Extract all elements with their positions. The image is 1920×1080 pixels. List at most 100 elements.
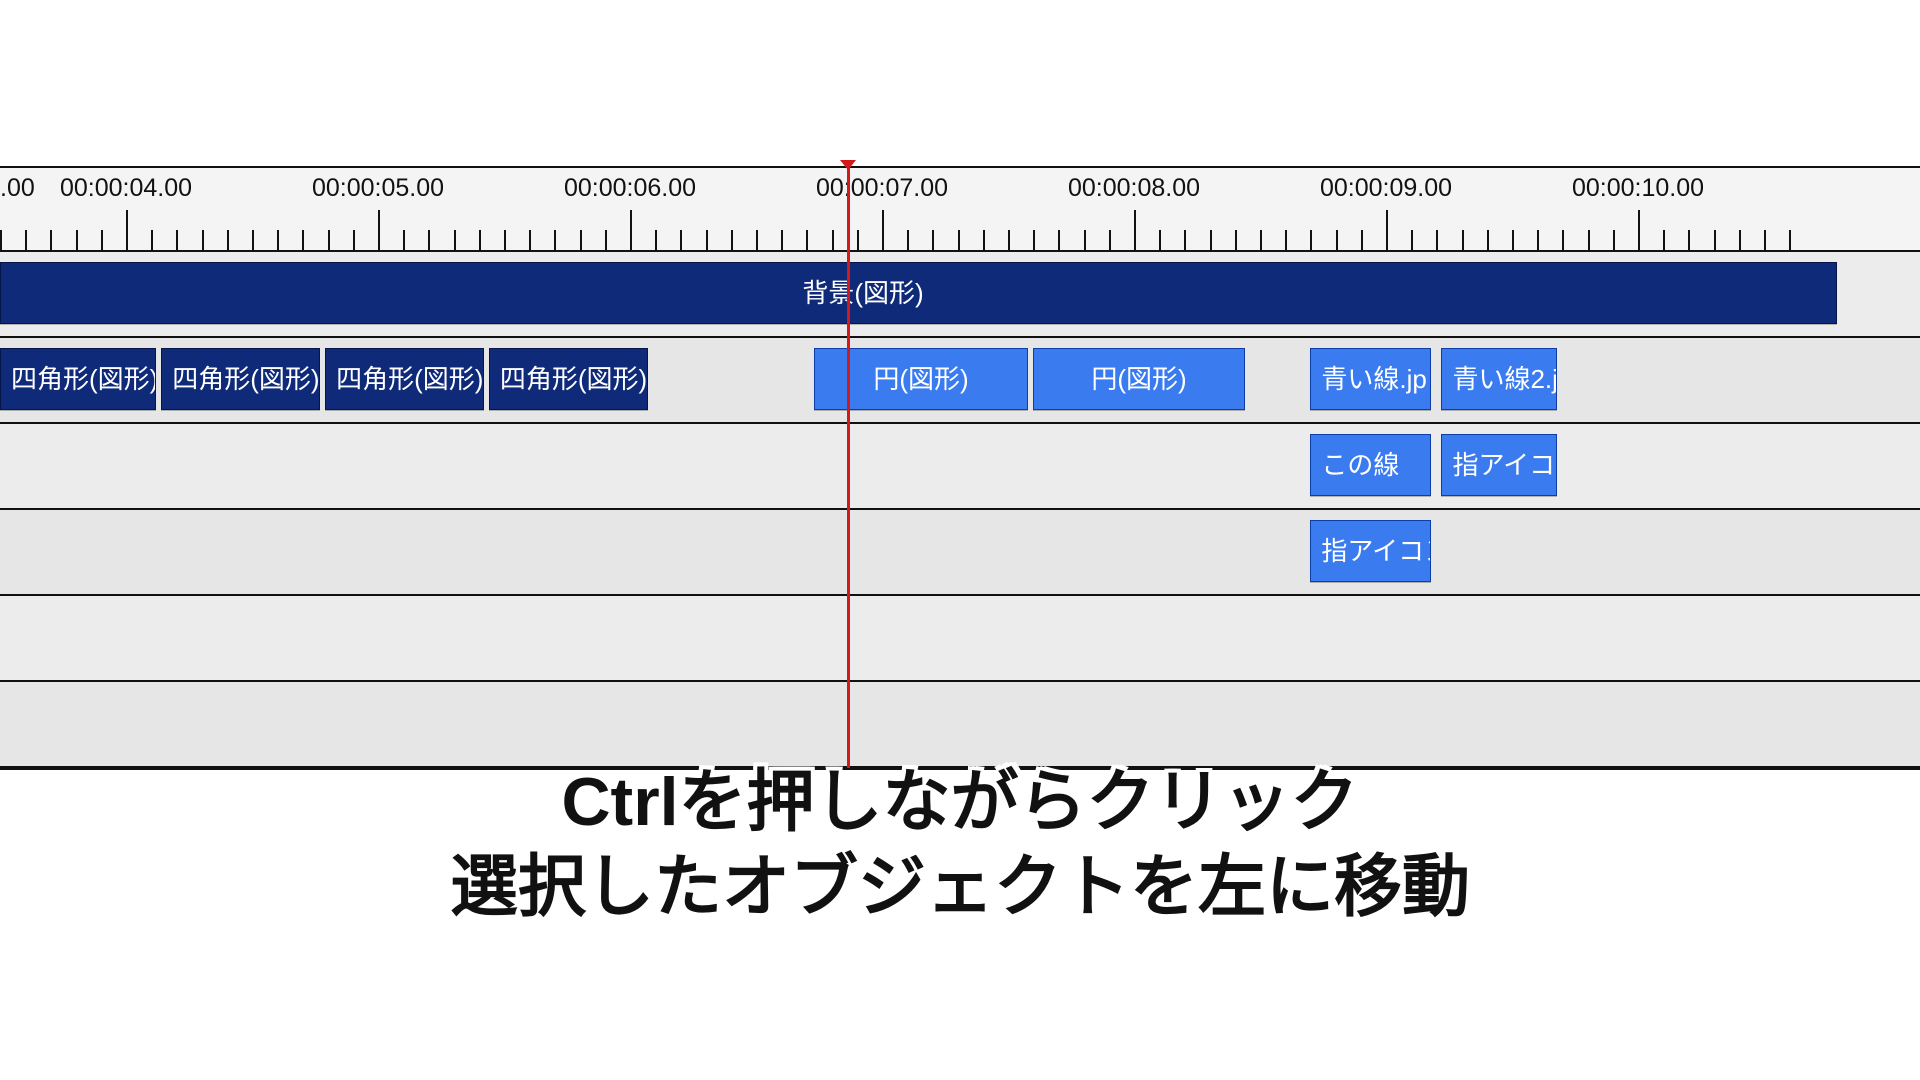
tick-minor bbox=[1588, 230, 1590, 250]
tick-minor bbox=[529, 230, 531, 250]
tick-minor bbox=[101, 230, 103, 250]
tick-minor bbox=[655, 230, 657, 250]
tick-minor bbox=[454, 230, 456, 250]
tick-minor bbox=[1310, 230, 1312, 250]
tick-minor bbox=[1462, 230, 1464, 250]
tick-minor bbox=[1285, 230, 1287, 250]
tick-major bbox=[882, 210, 884, 250]
bottom-margin bbox=[0, 770, 1920, 1070]
ruler-label: 00:00:06.00 bbox=[564, 174, 696, 203]
ruler-ticks bbox=[0, 206, 1920, 250]
tick-minor bbox=[328, 230, 330, 250]
tick-minor bbox=[1487, 230, 1489, 250]
timeline-track[interactable]: 指アイコン bbox=[0, 510, 1920, 596]
tick-minor bbox=[1537, 230, 1539, 250]
timeline-ruler[interactable]: .00 00:00:04.00 00:00:05.00 00:00:06.00 00:0… bbox=[0, 168, 1920, 252]
tick-major bbox=[1638, 210, 1640, 250]
tick-minor bbox=[1235, 230, 1237, 250]
tick-minor bbox=[1184, 230, 1186, 250]
tick-minor bbox=[554, 230, 556, 250]
tick-minor bbox=[1361, 230, 1363, 250]
tick-minor bbox=[958, 230, 960, 250]
tick-minor bbox=[504, 230, 506, 250]
top-margin bbox=[0, 0, 1920, 168]
tick-minor bbox=[176, 230, 178, 250]
stage: .00 00:00:04.00 00:00:05.00 00:00:06.00 00:0… bbox=[0, 0, 1920, 1080]
tick-minor bbox=[1210, 230, 1212, 250]
tick-minor bbox=[302, 230, 304, 250]
tick-minor bbox=[428, 230, 430, 250]
tick-minor bbox=[1058, 230, 1060, 250]
ruler-label: 00:00:10.00 bbox=[1572, 174, 1704, 203]
tick-minor bbox=[1764, 230, 1766, 250]
tick-minor bbox=[1512, 230, 1514, 250]
tick-minor bbox=[806, 230, 808, 250]
tick-minor bbox=[605, 230, 607, 250]
tick-minor bbox=[983, 230, 985, 250]
ruler-labels: .00 00:00:04.00 00:00:05.00 00:00:06.00 00:0… bbox=[0, 174, 1920, 208]
tick-minor bbox=[781, 230, 783, 250]
tick-major bbox=[630, 210, 632, 250]
timeline-track[interactable] bbox=[0, 596, 1920, 682]
timeline-clip[interactable]: 背景(図形) bbox=[0, 262, 1837, 324]
tick-minor bbox=[202, 230, 204, 250]
tick-minor bbox=[403, 230, 405, 250]
ruler-label: 00:00:08.00 bbox=[1068, 174, 1200, 203]
playhead[interactable] bbox=[847, 168, 850, 768]
ruler-label: 00:00:04.00 bbox=[60, 174, 192, 203]
tick-minor bbox=[731, 230, 733, 250]
tick-minor bbox=[50, 230, 52, 250]
tick-major bbox=[1386, 210, 1388, 250]
tick-minor bbox=[1739, 230, 1741, 250]
timeline-clip[interactable]: 四角形(図形) bbox=[0, 348, 156, 410]
tick-minor bbox=[76, 230, 78, 250]
tick-minor bbox=[1688, 230, 1690, 250]
tick-minor bbox=[1562, 230, 1564, 250]
tick-minor bbox=[1411, 230, 1413, 250]
tick-minor bbox=[353, 230, 355, 250]
timeline-clip[interactable]: 円(図形) bbox=[1033, 348, 1245, 410]
tick-minor bbox=[1033, 230, 1035, 250]
tick-minor bbox=[151, 230, 153, 250]
tick-minor bbox=[1613, 230, 1615, 250]
tick-minor bbox=[0, 230, 2, 250]
tick-minor bbox=[756, 230, 758, 250]
tick-minor bbox=[706, 230, 708, 250]
tick-minor bbox=[1714, 230, 1716, 250]
tick-minor bbox=[1789, 230, 1791, 250]
ruler-label: 00:00:09.00 bbox=[1320, 174, 1452, 203]
ruler-label: 00:00:07.00 bbox=[816, 174, 948, 203]
tick-minor bbox=[907, 230, 909, 250]
tick-minor bbox=[1159, 230, 1161, 250]
tick-minor bbox=[580, 230, 582, 250]
timeline-clip[interactable]: 四角形(図形) bbox=[489, 348, 648, 410]
timeline-tracks[interactable]: 背景(図形)四角形(図形)四角形(図形)四角形(図形)四角形(図形)円(図形)円… bbox=[0, 252, 1920, 770]
timeline-clip[interactable]: この線 bbox=[1310, 434, 1431, 496]
timeline-clip[interactable]: 青い線.jp bbox=[1310, 348, 1431, 410]
tick-minor bbox=[277, 230, 279, 250]
timeline-clip[interactable]: 指アイコン bbox=[1310, 520, 1431, 582]
timeline-clip[interactable]: 青い線2.j bbox=[1441, 348, 1557, 410]
timeline-clip[interactable]: 四角形(図形) bbox=[161, 348, 320, 410]
tick-minor bbox=[857, 230, 859, 250]
tick-major bbox=[1134, 210, 1136, 250]
ruler-label: 00:00:05.00 bbox=[312, 174, 444, 203]
timeline-track[interactable]: 背景(図形) bbox=[0, 252, 1920, 338]
tick-minor bbox=[479, 230, 481, 250]
timeline-track[interactable]: 四角形(図形)四角形(図形)四角形(図形)四角形(図形)円(図形)円(図形)青い… bbox=[0, 338, 1920, 424]
tick-minor bbox=[932, 230, 934, 250]
tick-minor bbox=[252, 230, 254, 250]
ruler-label: .00 bbox=[0, 174, 35, 203]
tick-minor bbox=[680, 230, 682, 250]
tick-minor bbox=[1436, 230, 1438, 250]
tick-minor bbox=[1109, 230, 1111, 250]
tick-minor bbox=[1260, 230, 1262, 250]
timeline-track[interactable] bbox=[0, 682, 1920, 768]
timeline-track[interactable]: この線指アイコン bbox=[0, 424, 1920, 510]
timeline-clip[interactable]: 四角形(図形) bbox=[325, 348, 484, 410]
tick-major bbox=[378, 210, 380, 250]
tick-minor bbox=[1008, 230, 1010, 250]
timeline-clip[interactable]: 指アイコン bbox=[1441, 434, 1557, 496]
tick-minor bbox=[832, 230, 834, 250]
tick-minor bbox=[1663, 230, 1665, 250]
